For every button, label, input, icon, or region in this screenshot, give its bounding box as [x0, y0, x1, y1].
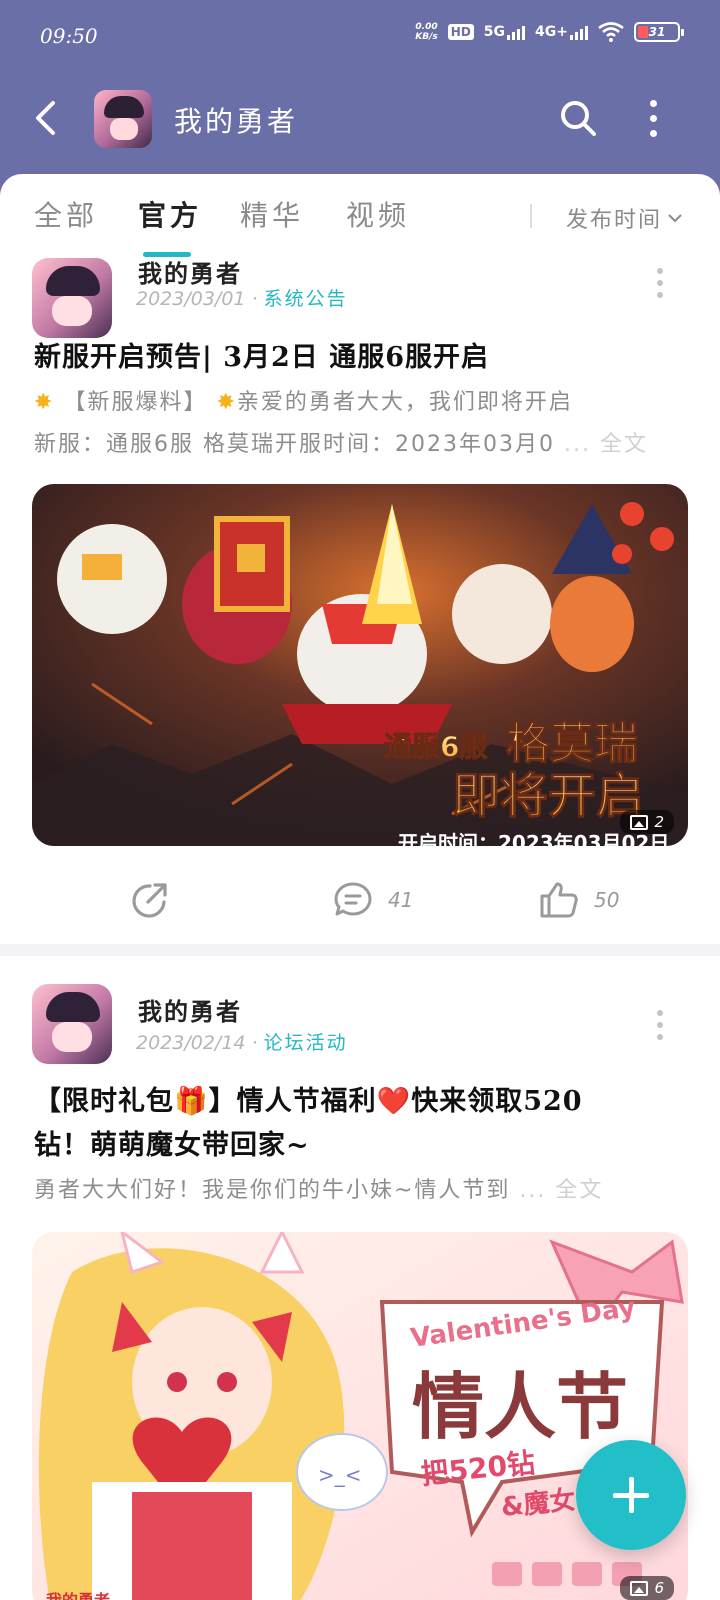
- post-excerpt[interactable]: ✸ 【新服爆料】 ✸亲爱的勇者大大，我们即将开启 新服：通服6服 格莫瑞开服时间…: [34, 382, 684, 466]
- comment-icon: [334, 882, 372, 916]
- author-avatar[interactable]: [32, 258, 112, 338]
- bunny-face: >_<: [318, 1463, 362, 1487]
- like-button[interactable]: 50: [538, 880, 619, 920]
- content-sheet: 全部 官方 精华 视频 发布时间 我的勇者 2023/03/01 · 系统公告 …: [0, 174, 720, 1600]
- image-icon: [630, 814, 649, 830]
- post-category[interactable]: 论坛活动: [264, 1032, 348, 1054]
- post-actions: 41 50: [0, 870, 720, 930]
- thumbs-up-icon: [540, 882, 578, 918]
- post-image[interactable]: 通服6服 格莫瑞 即将开启 开启时间：2023年03月02日 2: [32, 484, 688, 846]
- clock: 09:50: [40, 24, 98, 48]
- divider: [530, 204, 532, 228]
- banner-server-name: 格莫瑞: [506, 718, 638, 769]
- post-image[interactable]: >_< Valentine's Day 情人节 把520钻 &魔女 我的勇者 6: [32, 1232, 688, 1600]
- image-count-badge: 6: [620, 1576, 674, 1600]
- game-icon[interactable]: [94, 90, 152, 148]
- chevron-down-icon: [668, 214, 682, 223]
- more-options-button[interactable]: [636, 98, 670, 138]
- chevron-left-icon: [36, 101, 55, 135]
- post-meta: 2023/03/01 · 系统公告: [136, 288, 348, 310]
- app-header: 我的勇者: [0, 82, 720, 154]
- share-button[interactable]: [130, 880, 170, 920]
- dot-icon: [649, 99, 657, 107]
- valentine-banner: >_< Valentine's Day 情人节 把520钻 &魔女 我的勇者: [32, 1232, 688, 1600]
- star-icon: ✸: [34, 390, 55, 415]
- create-post-button[interactable]: [576, 1440, 686, 1550]
- hd-icon: HD: [447, 24, 474, 40]
- image-count-badge: 2: [620, 810, 674, 834]
- post-category[interactable]: 系统公告: [264, 288, 348, 310]
- page-title: 我的勇者: [174, 105, 299, 138]
- wifi-icon: [598, 22, 624, 42]
- sort-dropdown[interactable]: 发布时间: [566, 202, 682, 234]
- banner-server-label: 通服6服: [384, 730, 488, 763]
- image-icon: [630, 1580, 649, 1596]
- battery-icon: 31: [634, 22, 684, 42]
- dot-icon: [649, 114, 657, 122]
- read-more-link[interactable]: ... 全文: [519, 1178, 603, 1203]
- post-separator: [0, 944, 720, 956]
- post-date: 2023/03/01: [136, 288, 246, 310]
- banner-coming-soon: 即将开启: [452, 768, 644, 824]
- post-card[interactable]: 我的勇者 2023/03/01 · 系统公告 新服开启预告| 3月2日 通服6服…: [0, 234, 720, 944]
- comment-count: 41: [388, 888, 414, 912]
- search-icon: [561, 101, 596, 136]
- post-excerpt[interactable]: 勇者大大们好！我是你们的牛小妹~情人节到 ... 全文: [34, 1170, 684, 1212]
- post-title[interactable]: 新服开启预告| 3月2日 通服6服开启: [34, 336, 684, 380]
- post-date: 2023/02/14: [136, 1032, 246, 1054]
- tab-featured[interactable]: 精华: [240, 194, 304, 234]
- sim1-signal-icon: 5G: [484, 24, 526, 40]
- tab-all[interactable]: 全部: [34, 194, 98, 234]
- status-bar: 09:50 0.00 KB/s HD 5G 4G+ 31: [0, 0, 720, 70]
- author-avatar[interactable]: [32, 984, 112, 1064]
- dot-icon: [649, 129, 657, 137]
- comment-button[interactable]: 41: [332, 880, 413, 920]
- share-icon: [132, 883, 167, 918]
- banner-cn-title: 情人节: [412, 1365, 628, 1449]
- tab-official[interactable]: 官方: [138, 194, 202, 234]
- new-server-banner: 通服6服 格莫瑞 即将开启 开启时间：2023年03月02日: [32, 484, 688, 846]
- post-more-button[interactable]: [654, 1010, 666, 1040]
- net-speed: 0.00 KB/s: [415, 22, 438, 42]
- read-more-link[interactable]: ... 全文: [564, 432, 648, 457]
- post-meta: 2023/02/14 · 论坛活动: [136, 1032, 348, 1054]
- search-button[interactable]: [558, 98, 598, 138]
- star-icon: ✸: [216, 390, 237, 415]
- post-more-button[interactable]: [654, 268, 666, 298]
- tab-video[interactable]: 视频: [346, 194, 410, 234]
- like-count: 50: [594, 888, 620, 912]
- back-button[interactable]: [30, 96, 60, 140]
- sim2-signal-icon: 4G+: [535, 24, 588, 40]
- author-name[interactable]: 我的勇者: [138, 992, 242, 1027]
- banner-corner-logo: 我的勇者: [46, 1591, 110, 1600]
- post-title[interactable]: 【限时礼包🎁】情人节福利❤️快来领取520 钻！萌萌魔女带回家~: [34, 1080, 684, 1168]
- status-icons: 0.00 KB/s HD 5G 4G+ 31: [415, 22, 684, 42]
- sort-label: 发布时间: [566, 208, 663, 233]
